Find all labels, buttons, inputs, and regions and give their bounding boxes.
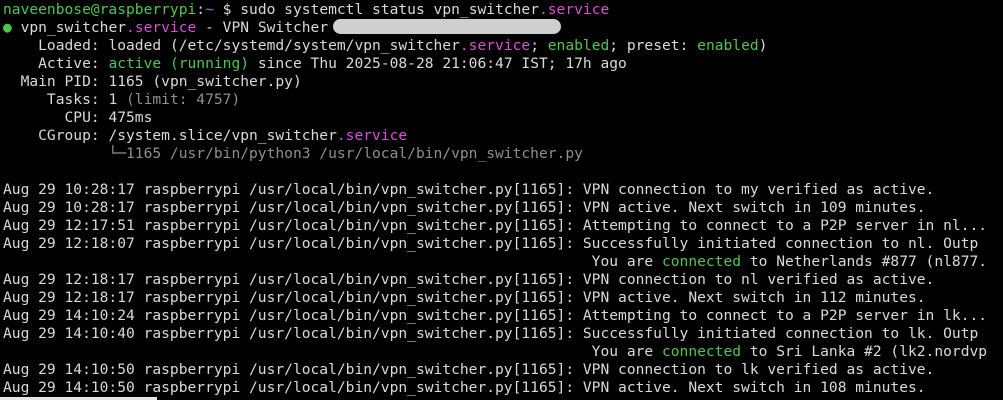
log-prefix: Aug 29 10:28:17 raspberrypi /usr/local/b…	[3, 199, 583, 216]
log-cont-prefix: You are	[3, 343, 662, 360]
cgroup-label: CGroup:	[3, 127, 109, 144]
prompt-command-suffix: .service	[538, 1, 610, 18]
log-prefix: Aug 29 12:18:17 raspberrypi /usr/local/b…	[3, 271, 583, 288]
active-state: active (running)	[108, 55, 250, 72]
status-unit-suffix: .service	[126, 19, 197, 36]
status-mainpid-line: Main PID: 1165 (vpn_switcher.py)	[0, 73, 1003, 91]
status-bullet-icon: ●	[3, 19, 12, 36]
log-line: Aug 29 14:10:40 raspberrypi /usr/local/b…	[0, 325, 1003, 343]
tasks-value: 1	[108, 91, 118, 108]
status-description: - VPN Switcher	[196, 19, 337, 36]
log-prefix: Aug 29 12:18:17 raspberrypi /usr/local/b…	[3, 289, 583, 306]
log-connected-word: connected	[661, 343, 742, 360]
prompt-separator: :	[196, 1, 206, 18]
prompt-line: naveenbose@raspberrypi:~ $ sudo systemct…	[0, 1, 1003, 19]
log-prefix: Aug 29 14:10:40 raspberrypi /usr/local/b…	[3, 325, 583, 342]
log-line: Aug 29 10:28:17 raspberrypi /usr/local/b…	[0, 181, 1003, 199]
log-cont-rest: to Netherlands #877 (nl877.	[741, 253, 988, 270]
log-message: VPN connection to nl verified as active.	[582, 271, 935, 288]
log-prefix: Aug 29 14:10:50 raspberrypi /usr/local/b…	[3, 379, 583, 396]
redaction-blur	[332, 19, 561, 34]
loaded-label: Loaded:	[3, 37, 109, 54]
status-tasks-line: Tasks: 1 (limit: 4757)	[0, 91, 1003, 109]
cpu-value: 475ms	[108, 109, 153, 126]
cgroup-tree-line: └─1165 /usr/bin/python3 /usr/local/bin/v…	[3, 145, 583, 162]
log-cont-prefix: You are	[3, 253, 662, 270]
log-message: Successfully initiated connection to lk.…	[582, 325, 979, 342]
log-message: VPN active. Next switch in 112 minutes.	[582, 289, 926, 306]
prompt-user-host: naveenbose@raspberrypi	[3, 1, 197, 18]
mainpid-value: 1165 (vpn_switcher.py)	[108, 73, 302, 90]
loaded-close: )	[758, 37, 768, 54]
loaded-sep1: ;	[530, 37, 548, 54]
cpu-label: CPU:	[3, 109, 109, 126]
cgroup-suffix: .service	[336, 127, 408, 144]
terminal-window[interactable]: naveenbose@raspberrypi:~ $ sudo systemct…	[0, 0, 1003, 400]
log-message: Attempting to connect to a P2P server in…	[582, 307, 988, 324]
log-prefix: Aug 29 12:18:07 raspberrypi /usr/local/b…	[3, 235, 583, 252]
log-line: Aug 29 12:17:51 raspberrypi /usr/local/b…	[0, 217, 1003, 235]
log-line: Aug 29 14:10:24 raspberrypi /usr/local/b…	[0, 307, 1003, 325]
log-prefix: Aug 29 14:10:50 raspberrypi /usr/local/b…	[3, 361, 583, 378]
loaded-suffix: .service	[459, 37, 531, 54]
log-prefix: Aug 29 10:28:17 raspberrypi /usr/local/b…	[3, 181, 583, 198]
log-message: Attempting to connect to a P2P server in…	[582, 217, 988, 234]
log-line: Aug 29 10:28:17 raspberrypi /usr/local/b…	[0, 199, 1003, 217]
log-line: Aug 29 12:18:07 raspberrypi /usr/local/b…	[0, 235, 1003, 253]
log-message: Successfully initiated connection to nl.…	[582, 235, 979, 252]
log-line: Aug 29 12:18:17 raspberrypi /usr/local/b…	[0, 271, 1003, 289]
log-line: Aug 29 14:10:50 raspberrypi /usr/local/b…	[0, 379, 1003, 397]
status-active-line: Active: active (running) since Thu 2025-…	[0, 55, 1003, 73]
log-message: VPN active. Next switch in 109 minutes.	[582, 199, 926, 216]
active-label: Active:	[3, 55, 109, 72]
log-prefix: Aug 29 12:17:51 raspberrypi /usr/local/b…	[3, 217, 583, 234]
prompt-path: ~	[205, 1, 214, 18]
prompt-symbol: $	[213, 1, 241, 18]
log-line: Aug 29 12:18:17 raspberrypi /usr/local/b…	[0, 289, 1003, 307]
log-continuation-line: You are connected to Sri Lanka #2 (lk2.n…	[0, 343, 1003, 361]
active-since: since Thu 2025-08-28 21:06:47 IST; 17h a…	[249, 55, 627, 72]
status-loaded-line: Loaded: loaded (/etc/systemd/system/vpn_…	[0, 37, 1003, 55]
loaded-enabled: enabled	[547, 37, 610, 54]
status-unit-line: ● vpn_switcher.service - VPN Switcher	[0, 19, 1003, 37]
log-message: VPN connection to my verified as active.	[582, 181, 935, 198]
loaded-sep2: ; preset:	[609, 37, 698, 54]
cgroup-value: /system.slice/vpn_switcher	[108, 127, 337, 144]
loaded-preset: enabled	[697, 37, 759, 54]
loaded-text: loaded (/etc/systemd/system/vpn_switcher	[108, 37, 460, 54]
log-line: Aug 29 14:10:50 raspberrypi /usr/local/b…	[0, 361, 1003, 379]
log-connected-word: connected	[661, 253, 742, 270]
tasks-label: Tasks:	[3, 91, 109, 108]
status-unit-name: vpn_switcher	[11, 19, 127, 36]
status-cpu-line: CPU: 475ms	[0, 109, 1003, 127]
log-cont-rest: to Sri Lanka #2 (lk2.nordvp	[741, 343, 988, 360]
log-continuation-line: You are connected to Netherlands #877 (n…	[0, 253, 1003, 271]
mainpid-label: Main PID:	[3, 73, 109, 90]
log-message: VPN connection to lk verified as active.	[582, 361, 935, 378]
prompt-command: sudo systemctl status vpn_switcher	[240, 1, 539, 18]
log-prefix: Aug 29 14:10:24 raspberrypi /usr/local/b…	[3, 307, 583, 324]
tasks-limit: (limit: 4757)	[117, 91, 241, 108]
log-message: VPN active. Next switch in 108 minutes.	[582, 379, 926, 396]
status-cgroup-line: CGroup: /system.slice/vpn_switcher.servi…	[0, 127, 1003, 145]
